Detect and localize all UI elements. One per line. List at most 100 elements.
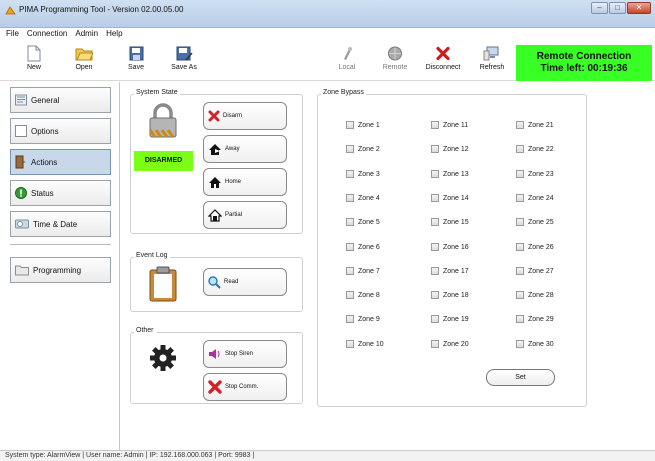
zone-checkbox[interactable] — [346, 340, 354, 348]
zone-checkbox[interactable] — [431, 267, 439, 275]
set-button[interactable]: Set — [486, 369, 555, 386]
refresh-computer-icon — [483, 46, 499, 61]
disarm-button[interactable]: Disarm — [203, 102, 287, 130]
zone-checkbox[interactable] — [431, 243, 439, 251]
open-button[interactable]: Open — [64, 45, 104, 77]
zone-checkbox-item[interactable]: Zone 4 — [346, 194, 380, 202]
remote-button[interactable]: Remote — [375, 45, 415, 77]
zone-checkbox-item[interactable]: Zone 2 — [346, 145, 380, 153]
menu-admin[interactable]: Admin — [75, 29, 98, 40]
zone-checkbox[interactable] — [516, 267, 524, 275]
sidebar-item-status[interactable]: Status — [10, 180, 111, 206]
save-as-button[interactable]: Save As — [164, 45, 204, 77]
new-button[interactable]: New — [14, 45, 54, 77]
zone-checkbox-item[interactable]: Zone 3 — [346, 170, 380, 178]
zone-checkbox-item[interactable]: Zone 5 — [346, 218, 380, 226]
zone-checkbox-item[interactable]: Zone 19 — [431, 315, 469, 323]
zone-checkbox-item[interactable]: Zone 25 — [516, 218, 554, 226]
zone-checkbox[interactable] — [431, 340, 439, 348]
zone-checkbox[interactable] — [346, 170, 354, 178]
zone-label: Zone 30 — [528, 340, 554, 348]
zone-checkbox[interactable] — [431, 170, 439, 178]
zone-checkbox-item[interactable]: Zone 8 — [346, 291, 380, 299]
maximize-button[interactable]: □ — [609, 2, 626, 14]
zone-checkbox[interactable] — [516, 194, 524, 202]
close-button[interactable]: ✕ — [627, 2, 651, 14]
zone-checkbox-item[interactable]: Zone 6 — [346, 243, 380, 251]
zone-checkbox-item[interactable]: Zone 15 — [431, 218, 469, 226]
zone-checkbox-item[interactable]: Zone 1 — [346, 121, 380, 129]
zone-checkbox-item[interactable]: Zone 23 — [516, 170, 554, 178]
disconnect-button[interactable]: Disconnect — [423, 45, 463, 77]
status-bar: System type: AlarmView | User name: Admi… — [0, 450, 655, 461]
zone-checkbox-item[interactable]: Zone 26 — [516, 243, 554, 251]
read-button[interactable]: Read — [203, 268, 287, 296]
sidebar-item-label: Options — [31, 126, 59, 136]
zone-checkbox[interactable] — [431, 194, 439, 202]
sidebar-item-label: General — [31, 95, 60, 105]
zone-checkbox[interactable] — [431, 291, 439, 299]
zone-checkbox-item[interactable]: Zone 9 — [346, 315, 380, 323]
zone-checkbox[interactable] — [431, 315, 439, 323]
zone-checkbox-item[interactable]: Zone 20 — [431, 340, 469, 348]
remote-globe-icon — [388, 46, 402, 61]
zone-checkbox[interactable] — [346, 194, 354, 202]
zone-checkbox[interactable] — [516, 145, 524, 153]
zone-checkbox-item[interactable]: Zone 28 — [516, 291, 554, 299]
zone-checkbox-item[interactable]: Zone 10 — [346, 340, 384, 348]
zone-checkbox[interactable] — [516, 291, 524, 299]
menu-file[interactable]: File — [6, 29, 19, 40]
remote-connection-title: Remote Connection — [536, 51, 632, 62]
menu-help[interactable]: Help — [106, 29, 122, 40]
zone-checkbox-item[interactable]: Zone 11 — [431, 121, 468, 129]
zone-checkbox-item[interactable]: Zone 27 — [516, 267, 554, 275]
zone-checkbox[interactable] — [516, 121, 524, 129]
zone-checkbox[interactable] — [516, 170, 524, 178]
zone-checkbox[interactable] — [346, 243, 354, 251]
zone-checkbox-item[interactable]: Zone 12 — [431, 145, 469, 153]
zone-checkbox[interactable] — [346, 291, 354, 299]
local-button[interactable]: Local — [327, 45, 367, 77]
menu-connection[interactable]: Connection — [27, 29, 67, 40]
zone-checkbox[interactable] — [346, 315, 354, 323]
minimize-button[interactable]: – — [591, 2, 608, 14]
sidebar-item-options[interactable]: Options — [10, 118, 111, 144]
zone-checkbox-item[interactable]: Zone 13 — [431, 170, 469, 178]
zone-checkbox[interactable] — [516, 340, 524, 348]
stop-comm-button[interactable]: Stop Comm. — [203, 373, 287, 401]
other-title: Other — [134, 327, 156, 334]
sidebar-item-actions[interactable]: Actions — [10, 149, 111, 175]
zone-checkbox[interactable] — [516, 243, 524, 251]
zone-checkbox-item[interactable]: Zone 17 — [431, 267, 469, 275]
sidebar-item-general[interactable]: General — [10, 87, 111, 113]
zone-checkbox[interactable] — [346, 121, 354, 129]
sidebar-item-programming[interactable]: Programming — [10, 257, 111, 283]
save-label: Save — [128, 64, 144, 71]
zone-checkbox-item[interactable]: Zone 21 — [516, 121, 554, 129]
refresh-button[interactable]: Refresh — [472, 45, 512, 77]
zone-checkbox-item[interactable]: Zone 14 — [431, 194, 469, 202]
zone-checkbox[interactable] — [346, 267, 354, 275]
partial-button[interactable]: Partial — [203, 201, 287, 229]
zone-checkbox[interactable] — [346, 218, 354, 226]
zone-checkbox-item[interactable]: Zone 7 — [346, 267, 380, 275]
stop-siren-button[interactable]: Stop Siren — [203, 340, 287, 368]
zone-checkbox[interactable] — [431, 121, 439, 129]
zone-checkbox[interactable] — [431, 145, 439, 153]
zone-checkbox-item[interactable]: Zone 24 — [516, 194, 554, 202]
refresh-label: Refresh — [479, 64, 505, 71]
zone-checkbox[interactable] — [346, 145, 354, 153]
zone-checkbox-item[interactable]: Zone 22 — [516, 145, 554, 153]
zone-checkbox[interactable] — [516, 315, 524, 323]
zone-checkbox-item[interactable]: Zone 16 — [431, 243, 469, 251]
away-button[interactable]: Away — [203, 135, 287, 163]
zone-checkbox-item[interactable]: Zone 30 — [516, 340, 554, 348]
save-button[interactable]: Save — [116, 45, 156, 77]
zone-checkbox[interactable] — [431, 218, 439, 226]
sidebar-item-time-date[interactable]: Time & Date — [10, 211, 111, 237]
system-state-title: System State — [134, 89, 180, 96]
zone-checkbox[interactable] — [516, 218, 524, 226]
zone-checkbox-item[interactable]: Zone 29 — [516, 315, 554, 323]
home-button[interactable]: Home — [203, 168, 287, 196]
zone-checkbox-item[interactable]: Zone 18 — [431, 291, 469, 299]
